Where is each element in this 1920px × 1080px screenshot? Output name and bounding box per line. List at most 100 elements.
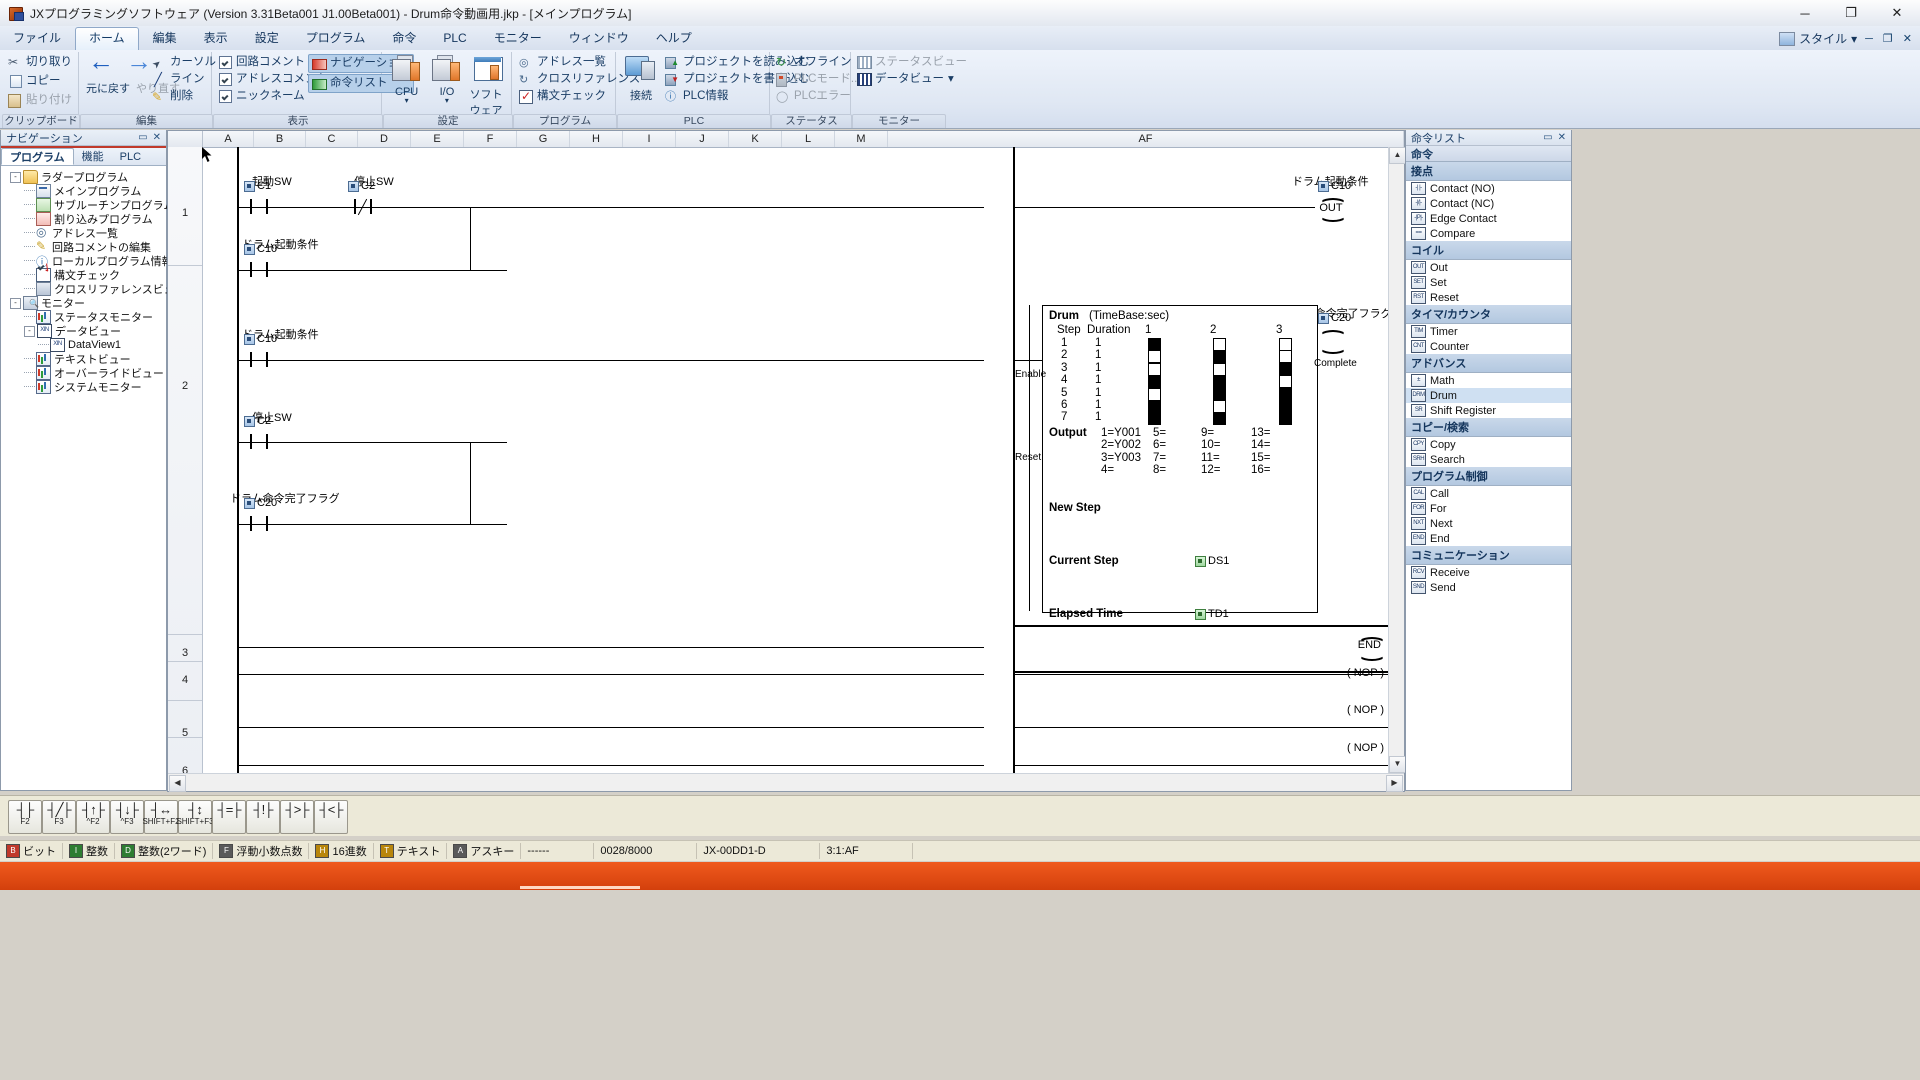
close-icon[interactable]: ✕ [1558, 132, 1566, 143]
drum-bit-s4-c3[interactable] [1279, 375, 1292, 389]
coil-C20-1[interactable]: C20 [1312, 312, 1372, 354]
command-item-set[interactable]: SET Set [1406, 275, 1571, 290]
nav-tab-program[interactable]: プログラム [1, 148, 74, 165]
tab-window[interactable]: ウィンドウ [556, 28, 642, 50]
command-item-edge-contact[interactable]: -|P|- Edge Contact [1406, 211, 1571, 226]
command-item-send[interactable]: SND Send [1406, 580, 1571, 595]
tree-expander-icon[interactable]: - [10, 297, 21, 309]
maximize-button[interactable]: ❐ [1828, 0, 1874, 26]
tab-monitor[interactable]: モニター [481, 28, 555, 50]
function-button-8[interactable]: ┤>├ [280, 800, 314, 834]
taskbar-active-item[interactable] [520, 886, 640, 889]
function-button-6[interactable]: ┤=├ [212, 800, 246, 834]
tree-expander-icon[interactable]: - [10, 171, 21, 183]
contact-C20-5[interactable]: C20 [244, 497, 284, 533]
command-item-end[interactable]: END End [1406, 531, 1571, 546]
scroll-up-icon[interactable]: ▲ [1389, 147, 1406, 164]
tree-item-11[interactable]: - データビュー [4, 324, 166, 338]
copy-button[interactable]: コピー [8, 73, 78, 90]
tree-item-10[interactable]: ステータスモニター [4, 310, 166, 324]
line-tool-button[interactable]: ライン [152, 71, 216, 88]
command-category-6[interactable]: コミュニケーション [1406, 546, 1571, 565]
column-header-G[interactable]: G [517, 131, 570, 147]
inner-restore-button[interactable]: ❐ [1881, 32, 1895, 45]
horizontal-scrollbar[interactable]: ◀ ▶ [168, 773, 1404, 792]
column-header-I[interactable]: I [623, 131, 676, 147]
cursor-tool-button[interactable]: カーソル [152, 54, 216, 71]
drum-bit-s1-c1[interactable] [1148, 338, 1161, 351]
status-type-6[interactable]: A アスキー [447, 843, 522, 859]
tree-item-14[interactable]: オーバーライドビュー [4, 366, 166, 380]
command-item-receive[interactable]: RCV Receive [1406, 565, 1571, 580]
plc-mode-button[interactable]: PLCモード... [776, 71, 860, 88]
contact-C10-3[interactable]: C10 [244, 333, 284, 369]
tree-item-4[interactable]: アドレス一覧 [4, 225, 166, 240]
tree-item-8[interactable]: クロスリファレンスビュー [4, 282, 186, 296]
row-number-2[interactable]: 2 [168, 380, 202, 392]
inner-minimize-button[interactable]: ─ [1863, 33, 1875, 45]
command-item-out[interactable]: OUT Out [1406, 260, 1571, 275]
tree-item-1[interactable]: メインプログラム [4, 184, 166, 198]
column-header-K[interactable]: K [729, 131, 782, 147]
command-item-math[interactable]: ± Math [1406, 373, 1571, 388]
drum-bit-s5-c1[interactable] [1148, 387, 1161, 401]
command-item-drum[interactable]: DRM Drum [1406, 388, 1571, 403]
status-type-2[interactable]: D 整数(2ワード) [115, 843, 214, 859]
tree-item-9[interactable]: -モニター [4, 296, 166, 310]
scroll-right-icon[interactable]: ▶ [1386, 775, 1403, 792]
column-header-AF[interactable]: AF [888, 131, 1404, 147]
tree-item-3[interactable]: 割り込みプログラム [4, 212, 166, 226]
command-item-copy[interactable]: CPY Copy [1406, 437, 1571, 452]
tree-item-6[interactable]: ローカルプログラム情報 [4, 253, 173, 270]
command-category-1[interactable]: コイル [1406, 241, 1571, 260]
end-instruction-box[interactable]: END [1013, 625, 1388, 673]
drum-bit-s1-c2[interactable] [1213, 338, 1226, 351]
function-button-9[interactable]: ┤<├ [314, 800, 348, 834]
inner-close-button[interactable]: ✕ [1901, 32, 1914, 45]
function-button-1[interactable]: ┤╱├ F3 [42, 800, 76, 834]
drum-bit-s4-c2[interactable] [1213, 375, 1226, 389]
tree-item-12[interactable]: DataView1 [4, 338, 166, 352]
drum-bit-s7-c1[interactable] [1148, 412, 1161, 426]
status-type-4[interactable]: H 16進数 [309, 843, 374, 859]
drum-bit-s7-c2[interactable] [1213, 412, 1226, 426]
function-button-2[interactable]: ┤↑├ ^F2 [76, 800, 110, 834]
tab-settings[interactable]: 設定 [242, 28, 292, 50]
drum-bit-s2-c3[interactable] [1279, 350, 1292, 364]
command-item-search[interactable]: SRH Search [1406, 452, 1571, 467]
command-category-3[interactable]: アドバンス [1406, 354, 1571, 373]
function-button-4[interactable]: ┤↔ SHIFT+F2 [142, 800, 180, 834]
command-category-4[interactable]: コピー/検索 [1406, 418, 1571, 437]
tab-program[interactable]: プログラム [293, 28, 379, 50]
drum-bit-s6-c2[interactable] [1213, 400, 1226, 413]
delete-tool-button[interactable]: 削除 [152, 88, 216, 106]
command-item-timer[interactable]: TIM Timer [1406, 324, 1571, 339]
tab-file[interactable]: ファイル [0, 28, 74, 50]
drum-bit-s2-c2[interactable] [1213, 350, 1226, 364]
column-header-C[interactable]: C [306, 131, 358, 147]
tree-expander-icon[interactable]: - [24, 325, 35, 337]
command-category-2[interactable]: タイマ/カウンタ [1406, 305, 1571, 324]
command-item-compare[interactable]: == Compare [1406, 226, 1571, 241]
tree-item-15[interactable]: システムモニター [4, 380, 166, 394]
function-button-5[interactable]: ┤↕ SHIFT+F3 [176, 800, 214, 834]
drum-bit-s7-c3[interactable] [1279, 412, 1292, 426]
command-category-0[interactable]: 接点 [1406, 162, 1571, 181]
tree-item-5[interactable]: 回路コメントの編集 [4, 239, 166, 254]
drum-bit-s3-c1[interactable] [1148, 362, 1161, 376]
contact-C10-2[interactable]: C10 [244, 243, 284, 279]
drum-bit-s5-c2[interactable] [1213, 387, 1226, 401]
tab-instruction[interactable]: 命令 [379, 28, 429, 50]
command-item-next[interactable]: NXT Next [1406, 516, 1571, 531]
connect-button[interactable]: 接続 [621, 56, 661, 103]
scroll-down-icon[interactable]: ▼ [1389, 756, 1406, 773]
nav-tab-function[interactable]: 機能 [74, 148, 112, 165]
drum-bit-s6-c1[interactable] [1148, 400, 1161, 413]
function-button-0[interactable]: ┤├ F2 [8, 800, 42, 834]
status-type-1[interactable]: I 整数 [63, 843, 115, 859]
row-number-4[interactable]: 4 [168, 674, 202, 686]
minimize-button[interactable]: ─ [1782, 0, 1828, 26]
tab-help[interactable]: ヘルプ [643, 28, 705, 50]
tree-item-0[interactable]: - ラダープログラム [4, 170, 166, 184]
command-item-shift-register[interactable]: SR Shift Register [1406, 403, 1571, 418]
